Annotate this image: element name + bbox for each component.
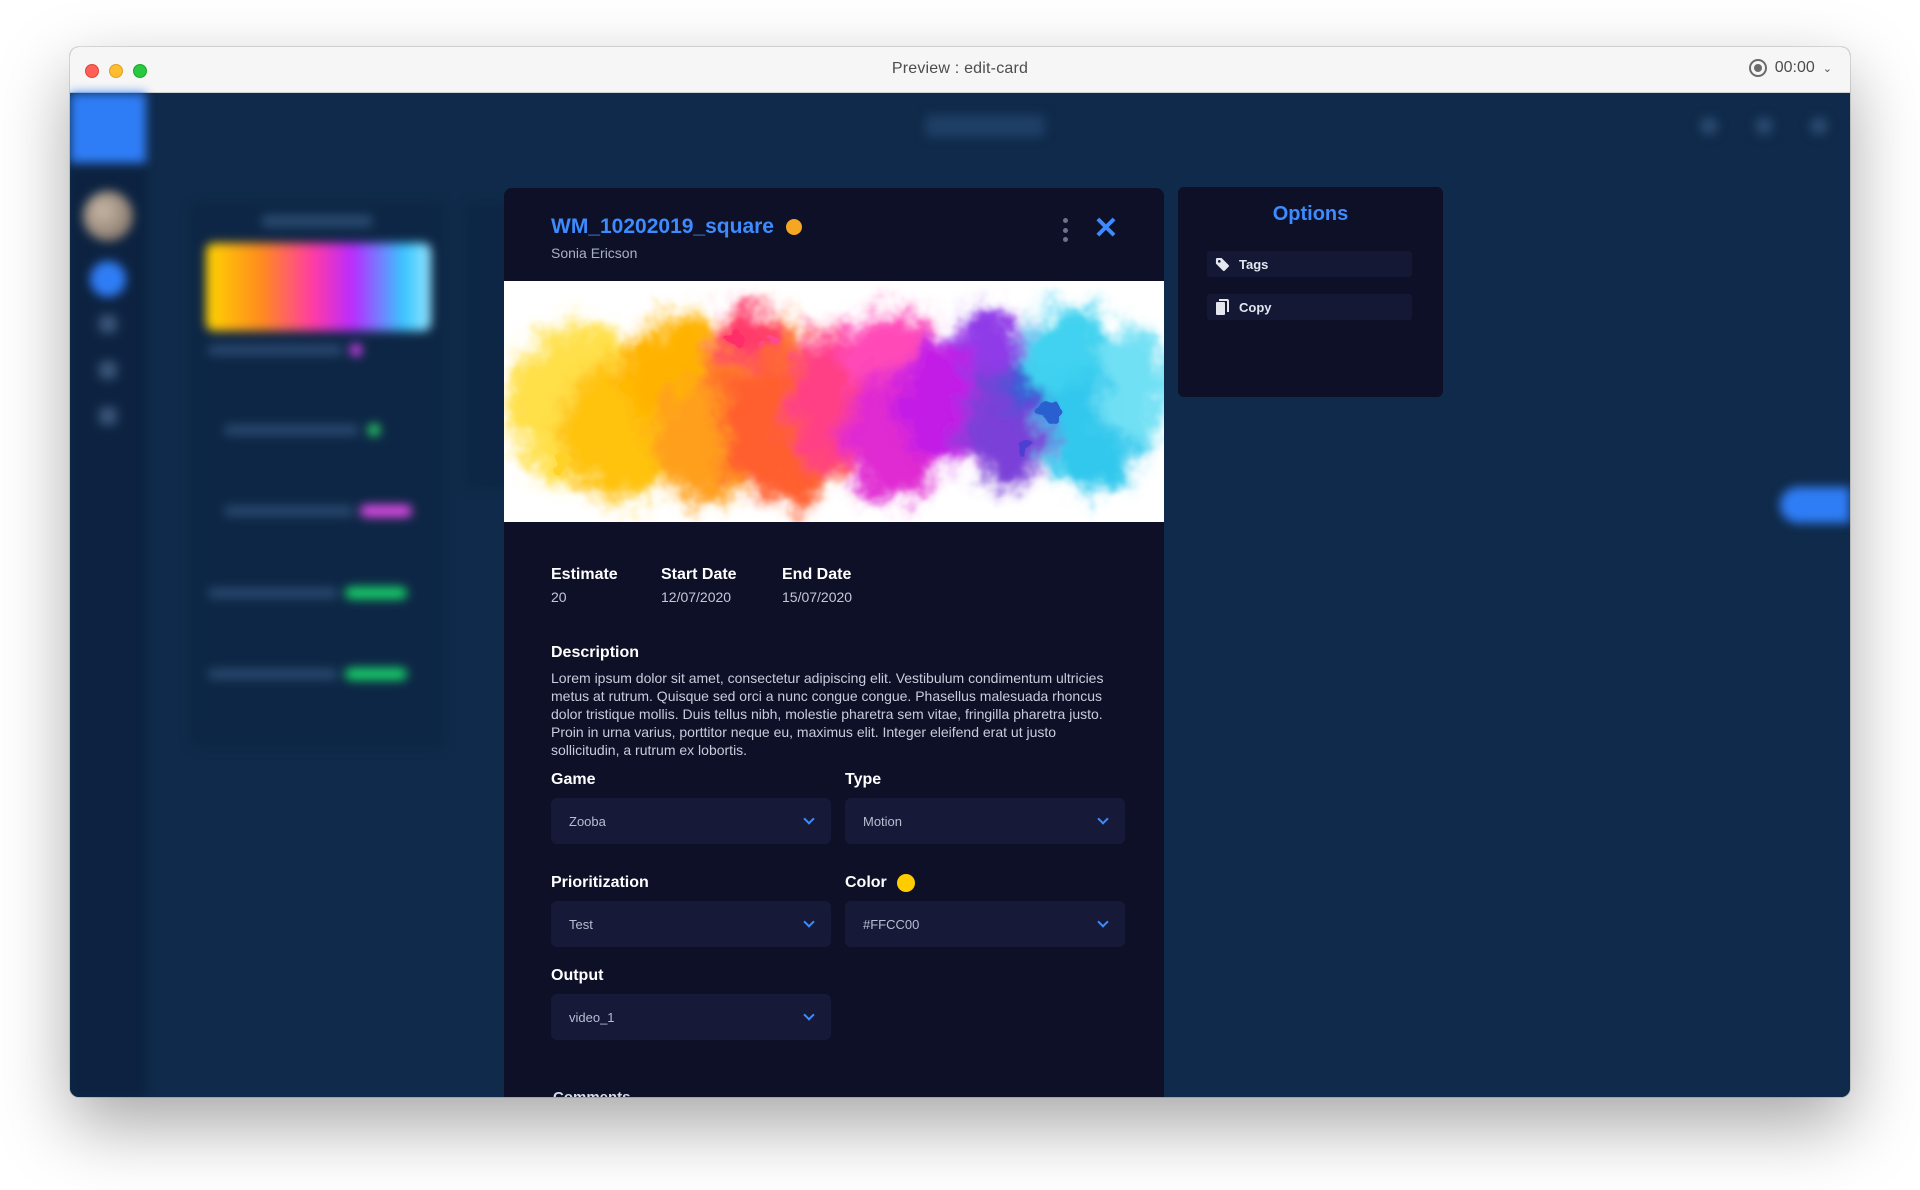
status-dot [785,219,802,235]
tag-icon [1215,257,1230,272]
chevron-down-icon [1097,916,1109,928]
end-date-value[interactable]: 15/07/2020 [782,589,852,605]
color-label-text: Color [845,874,887,891]
start-date-value[interactable]: 12/07/2020 [661,589,737,605]
color-swatch [896,874,915,892]
type-label-text: Type [845,771,882,788]
chevron-down-icon: ⌄ [1822,62,1832,75]
background-nav-item [99,315,117,333]
comments-label: Comments [553,1089,631,1097]
background-card-pill [345,668,407,680]
background-card-pill [360,505,412,517]
card-author: Sonia Ericson [551,245,638,261]
edit-card-modal: WM_10202019_square Sonia Ericson ✕ Estim… [504,188,1164,1097]
background-side-tab [1780,487,1850,523]
chevron-down-icon [1097,813,1109,825]
options-title: Options [1272,203,1349,225]
game-select-value: Zooba [569,813,606,829]
output-label-text: Output [551,967,604,984]
card-title-row: WM_10202019_square [551,215,802,239]
end-date-block: End Date 15/07/2020 [782,566,852,605]
option-tags-label: Tags [1239,256,1269,272]
estimate-label: Estimate [551,566,618,583]
timer-value: 00:00 [1774,59,1815,76]
background-card-dot [368,424,380,436]
game-label-text: Game [551,771,596,788]
options-panel: Options Tags Copy [1178,187,1443,397]
chevron-down-icon [803,1009,815,1021]
option-copy-label: Copy [1239,299,1272,315]
background-nav-active [90,261,126,297]
prioritization-select[interactable]: Test [551,901,831,947]
type-select[interactable]: Motion [845,798,1125,844]
background-search-icon [1700,117,1718,135]
output-label: Output [551,967,603,985]
color-select[interactable]: #FFCC00 [845,901,1125,947]
background-board-column [190,203,445,748]
background-avatar [83,191,133,241]
color-label: Color [845,874,915,892]
app-window: Preview : edit-card 00:00 ⌄ WM_10202019_… [70,47,1850,1097]
record-icon [1748,59,1767,77]
prioritization-label-text: Prioritization [551,874,649,891]
color-select-value: #FFCC00 [863,916,920,932]
background-column-title [262,215,372,227]
background-card-line [208,588,338,598]
background-card-line [208,669,338,679]
background-bell-icon [1755,117,1773,135]
description-label: Description [551,644,640,661]
option-copy[interactable]: Copy [1207,294,1412,320]
estimate-block: Estimate 20 [551,566,618,605]
output-select-value: video_1 [569,1009,615,1025]
copy-icon [1215,298,1230,316]
background-nav-item [99,361,117,379]
background-card-thumbnail [206,243,431,331]
estimate-value[interactable]: 20 [551,589,618,605]
chevron-down-icon [803,916,815,928]
prioritization-label: Prioritization [551,874,649,892]
window-title: Preview : edit-card [891,60,1029,77]
background-card-pill [345,587,407,599]
start-date-label: Start Date [661,566,737,583]
more-options-icon[interactable] [1057,218,1073,242]
background-card-line [208,345,343,355]
background-nav-item [99,407,117,425]
background-card-line [224,506,354,516]
description-text[interactable]: Lorem ipsum dolor sit amet, consectetur … [551,669,1121,759]
background-card-line [224,425,359,435]
end-date-label: End Date [782,566,852,583]
background-heading [925,115,1045,137]
card-preview-image [504,281,1164,522]
start-date-block: Start Date 12/07/2020 [661,566,737,605]
chevron-down-icon [803,813,815,825]
close-icon[interactable]: ✕ [1092,212,1120,246]
background-menu-icon [1810,117,1828,135]
app-content: WM_10202019_square Sonia Ericson ✕ Estim… [70,93,1850,1097]
prioritization-select-value: Test [569,916,593,932]
card-title[interactable]: WM_10202019_square [551,215,774,239]
background-menu-button [70,93,146,163]
title-bar: Preview : edit-card 00:00 ⌄ [70,47,1850,93]
option-tags[interactable]: Tags [1207,251,1412,277]
output-select[interactable]: video_1 [551,994,831,1040]
type-label: Type [845,771,881,789]
type-select-value: Motion [863,813,903,829]
game-label: Game [551,771,595,789]
game-select[interactable]: Zooba [551,798,831,844]
background-card-dot [350,344,362,356]
background-sidebar [70,93,146,1097]
recording-timer[interactable]: 00:00 ⌄ [1748,59,1832,77]
